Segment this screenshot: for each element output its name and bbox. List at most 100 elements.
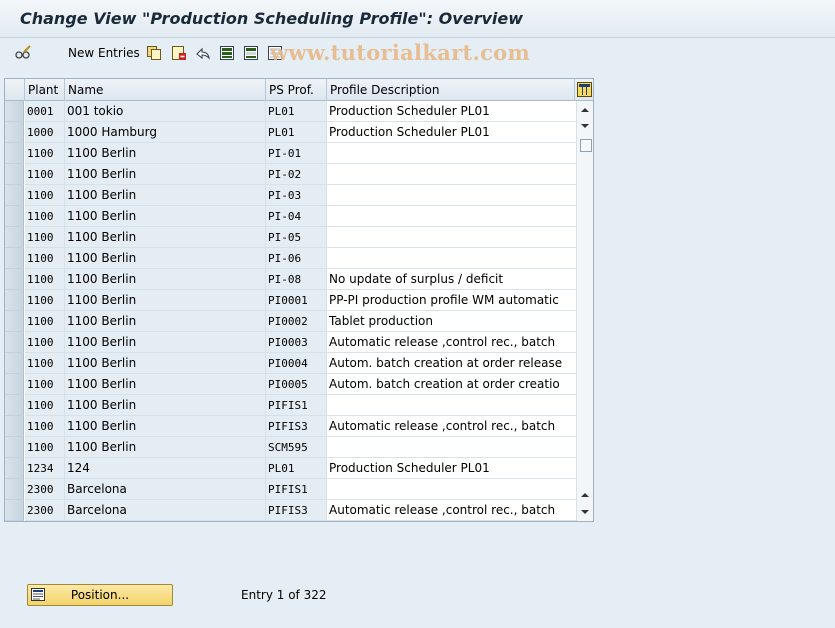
row-selector[interactable]: [5, 353, 24, 374]
table-row: 2300 Barcelona PIFIS1: [5, 479, 577, 500]
cell-plant: 1100: [25, 332, 65, 353]
cell-profile-description[interactable]: [327, 437, 577, 458]
undo-icon[interactable]: [195, 45, 211, 61]
row-selector[interactable]: [5, 458, 24, 479]
application-toolbar: New Entries www.tutorialkart.com: [0, 38, 835, 70]
table-row: 1100 1100 Berlin PI-05: [5, 227, 577, 248]
cell-profile-description[interactable]: [327, 479, 577, 500]
cell-ps-prof: PI0003: [266, 332, 327, 353]
cell-name: 1100 Berlin: [65, 185, 266, 206]
table-row: 1000 1000 Hamburg PL01 Production Scheduler…: [5, 122, 577, 143]
table-row: 1100 1100 Berlin PIFIS1: [5, 395, 577, 416]
position-button-label: Position...: [70, 588, 130, 602]
cell-plant: 1100: [25, 374, 65, 395]
row-selector[interactable]: [5, 374, 24, 395]
row-selector[interactable]: [5, 479, 24, 500]
row-selector[interactable]: [5, 311, 24, 332]
cell-plant: 1100: [25, 395, 65, 416]
cell-ps-prof: PL01: [266, 458, 327, 479]
cell-profile-description[interactable]: Autom. batch creation at order creatio: [327, 374, 577, 395]
select-block-icon[interactable]: [243, 45, 259, 61]
row-selector[interactable]: [5, 437, 24, 458]
cell-profile-description[interactable]: Production Scheduler PL01: [327, 101, 577, 122]
scroll-page-down-icon[interactable]: [580, 121, 590, 131]
cell-name: 1100 Berlin: [65, 248, 266, 269]
position-button[interactable]: Position...: [27, 584, 173, 606]
row-selector[interactable]: [5, 290, 24, 311]
cell-profile-description[interactable]: Automatic release ,control rec., batch: [327, 500, 577, 521]
table-row: 0001 001 tokio PL01 Production Scheduler PL…: [5, 101, 577, 122]
cell-ps-prof: PI-08: [266, 269, 327, 290]
cell-plant: 1100: [25, 248, 65, 269]
scroll-up-icon[interactable]: [580, 105, 590, 115]
row-selector[interactable]: [5, 206, 24, 227]
cell-profile-description[interactable]: Production Scheduler PL01: [327, 122, 577, 143]
cell-name: 1100 Berlin: [65, 143, 266, 164]
table-row: 1100 1100 Berlin PI-03: [5, 185, 577, 206]
table-row: 1100 1100 Berlin PI-01: [5, 143, 577, 164]
scrollbar-thumb[interactable]: [580, 139, 592, 152]
row-selector[interactable]: [5, 395, 24, 416]
delete-icon[interactable]: [171, 45, 187, 61]
cell-profile-description[interactable]: Tablet production: [327, 311, 577, 332]
col-header-plant[interactable]: Plant: [25, 79, 65, 101]
title-bar: Change View "Production Scheduling Profi…: [0, 0, 835, 38]
cell-profile-description[interactable]: [327, 185, 577, 206]
cell-name: Barcelona: [65, 500, 266, 521]
col-header-profile-description[interactable]: Profile Description: [327, 79, 575, 101]
cell-profile-description[interactable]: [327, 395, 577, 416]
cell-plant: 1100: [25, 164, 65, 185]
row-selector[interactable]: [5, 185, 24, 206]
cell-profile-description[interactable]: Automatic release ,control rec., batch: [327, 416, 577, 437]
cell-ps-prof: PI-01: [266, 143, 327, 164]
cell-profile-description[interactable]: No update of surplus / deficit: [327, 269, 577, 290]
cell-plant: 1100: [25, 437, 65, 458]
cell-profile-description[interactable]: [327, 164, 577, 185]
table-row: 1100 1100 Berlin PI-08 No update of surplus…: [5, 269, 577, 290]
cell-profile-description[interactable]: [327, 206, 577, 227]
cell-plant: 1100: [25, 311, 65, 332]
cell-plant: 1100: [25, 143, 65, 164]
cell-profile-description[interactable]: [327, 248, 577, 269]
cell-name: 1100 Berlin: [65, 437, 266, 458]
cell-ps-prof: PIFIS1: [266, 479, 327, 500]
table-row: 1100 1100 Berlin PI-02: [5, 164, 577, 185]
row-selector[interactable]: [5, 122, 24, 143]
col-header-name[interactable]: Name: [65, 79, 266, 101]
column-settings-icon[interactable]: [577, 82, 592, 97]
cell-name: 1100 Berlin: [65, 206, 266, 227]
col-header-ps-prof[interactable]: PS Prof.: [266, 79, 327, 101]
select-all-header[interactable]: [5, 79, 25, 101]
row-selector[interactable]: [5, 164, 24, 185]
row-selector[interactable]: [5, 500, 24, 521]
row-selector[interactable]: [5, 227, 24, 248]
row-selector[interactable]: [5, 332, 24, 353]
cell-ps-prof: PI0005: [266, 374, 327, 395]
scroll-down-icon[interactable]: [580, 507, 590, 517]
scroll-page-up-icon[interactable]: [580, 490, 590, 500]
cell-profile-description[interactable]: [327, 227, 577, 248]
cell-ps-prof: PI0002: [266, 311, 327, 332]
cell-profile-description[interactable]: Automatic release ,control rec., batch: [327, 332, 577, 353]
cell-profile-description[interactable]: Autom. batch creation at order release: [327, 353, 577, 374]
copy-icon[interactable]: [146, 45, 162, 61]
table-row: 1100 1100 Berlin PI0004 Autom. batch creati…: [5, 353, 577, 374]
cell-profile-description[interactable]: [327, 143, 577, 164]
row-selector[interactable]: [5, 101, 24, 122]
vertical-scrollbar[interactable]: [577, 101, 593, 521]
cell-profile-description[interactable]: PP-PI production profile WM automatic: [327, 290, 577, 311]
table-row: 1100 1100 Berlin PI0005 Autom. batch creati…: [5, 374, 577, 395]
select-all-icon[interactable]: [219, 45, 235, 61]
cell-plant: 1100: [25, 290, 65, 311]
cell-ps-prof: PIFIS3: [266, 500, 327, 521]
new-entries-button[interactable]: New Entries: [68, 46, 140, 60]
row-selector[interactable]: [5, 416, 24, 437]
row-selector[interactable]: [5, 248, 24, 269]
glasses-pencil-icon[interactable]: [15, 45, 31, 61]
cell-profile-description[interactable]: Production Scheduler PL01: [327, 458, 577, 479]
cell-name: 1100 Berlin: [65, 290, 266, 311]
row-selector[interactable]: [5, 143, 24, 164]
table-row: 1100 1100 Berlin PIFIS3 Automatic release ,…: [5, 416, 577, 437]
row-selector[interactable]: [5, 269, 24, 290]
cell-name: 001 tokio: [65, 101, 266, 122]
